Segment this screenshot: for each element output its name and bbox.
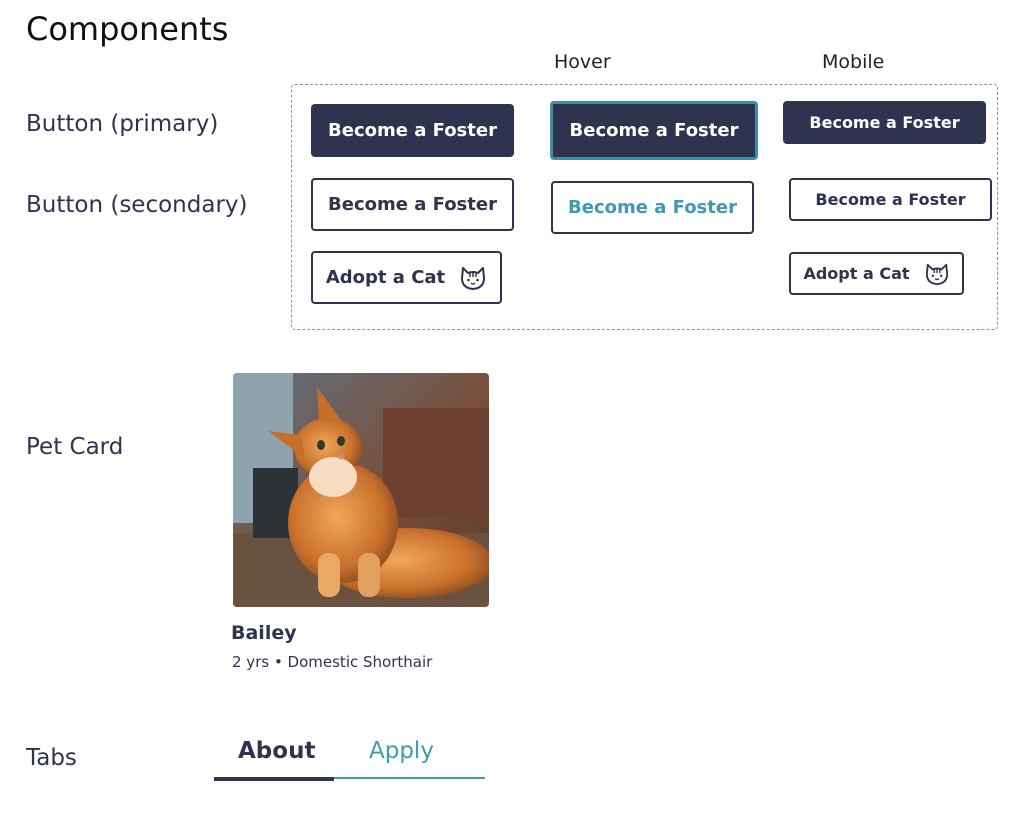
tab-active-indicator — [214, 777, 334, 781]
pet-photo[interactable] — [233, 373, 489, 607]
become-foster-secondary-button[interactable]: Become a Foster — [311, 178, 514, 231]
button-label: Become a Foster — [328, 120, 497, 141]
column-label-mobile: Mobile — [822, 51, 885, 73]
button-label: Become a Foster — [568, 197, 737, 218]
row-label-pet-card: Pet Card — [26, 434, 124, 460]
become-foster-primary-mobile-button[interactable]: Become a Foster — [783, 101, 986, 144]
button-label: Adopt a Cat — [325, 267, 446, 288]
adopt-cat-button[interactable]: Adopt a Cat — [311, 251, 502, 304]
become-foster-secondary-mobile-button[interactable]: Become a Foster — [789, 178, 992, 221]
column-label-hover: Hover — [554, 51, 611, 73]
cat-face-icon — [924, 262, 950, 286]
cat-face-icon — [459, 265, 487, 291]
pet-name: Bailey — [231, 622, 297, 644]
row-label-tabs: Tabs — [26, 745, 77, 771]
button-label: Become a Foster — [569, 120, 739, 141]
page-title: Components — [26, 10, 229, 48]
tab-apply[interactable]: Apply — [369, 738, 434, 764]
button-label: Become a Foster — [328, 194, 497, 215]
pet-details: 2 yrs • Domestic Shorthair — [232, 653, 433, 671]
become-foster-secondary-hover-button[interactable]: Become a Foster — [551, 181, 754, 234]
button-label: Become a Foster — [809, 113, 960, 132]
tab-underline — [334, 777, 485, 779]
become-foster-primary-hover-button[interactable]: Become a Foster — [550, 101, 758, 160]
become-foster-primary-button[interactable]: Become a Foster — [311, 104, 514, 157]
adopt-cat-mobile-button[interactable]: Adopt a Cat — [789, 252, 964, 295]
button-label: Adopt a Cat — [803, 264, 910, 283]
row-label-secondary: Button (secondary) — [26, 192, 248, 218]
button-label: Become a Foster — [815, 190, 966, 209]
tab-about[interactable]: About — [238, 738, 315, 764]
row-label-primary: Button (primary) — [26, 111, 219, 137]
